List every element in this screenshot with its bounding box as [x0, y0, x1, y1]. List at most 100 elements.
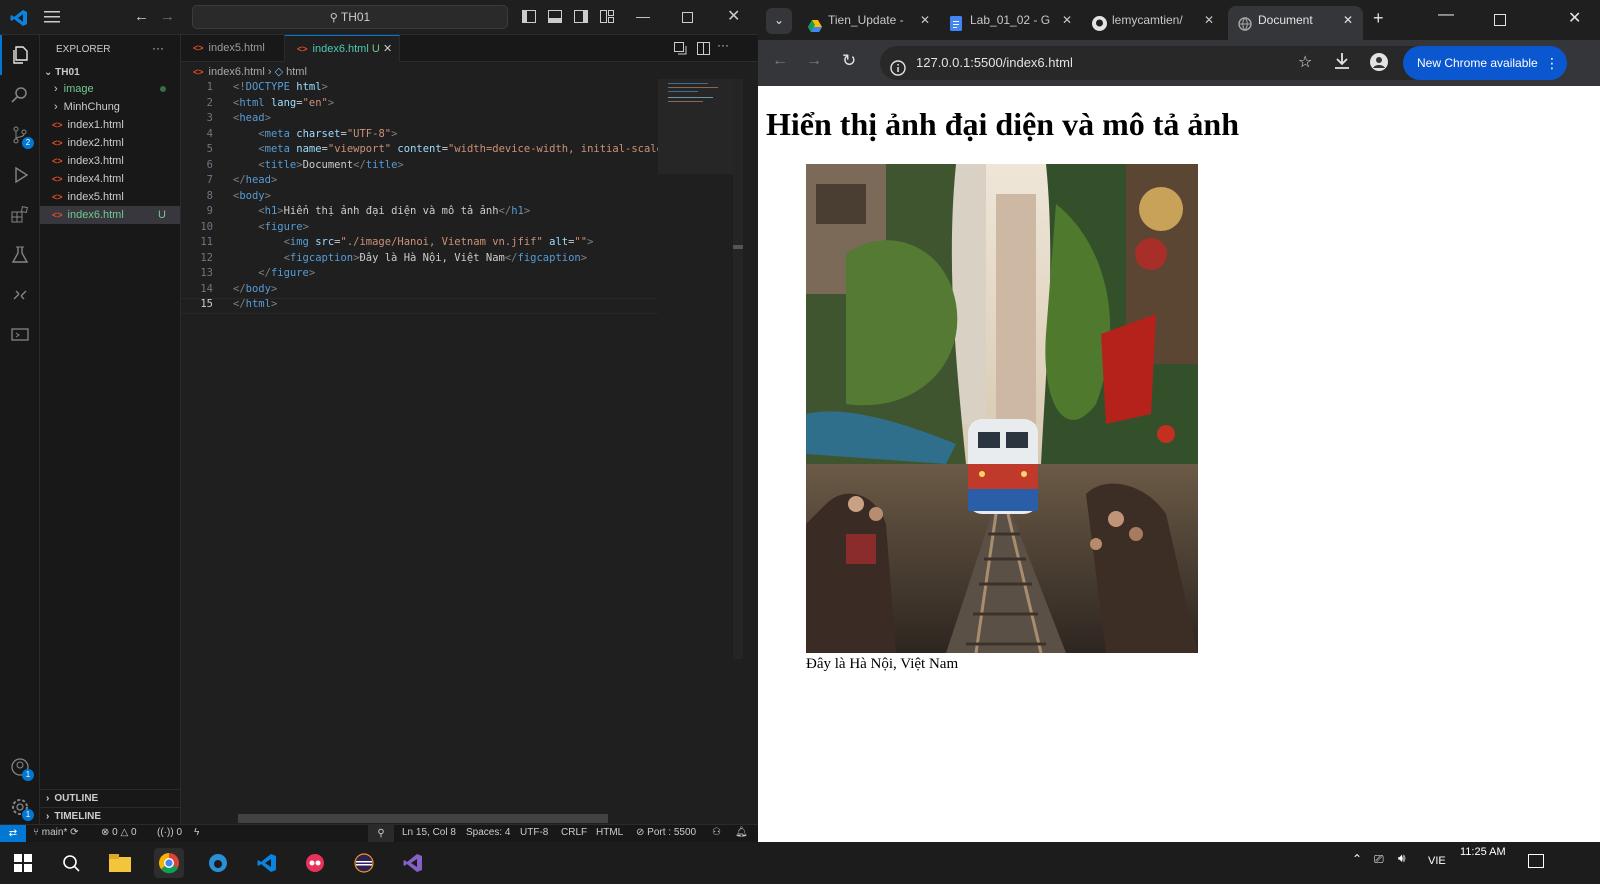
code-line[interactable]: 9 <h1>Hiển thị ảnh đại diện và mô tả ảnh…	[181, 204, 661, 220]
timeline-section[interactable]: › TIMELINE	[40, 807, 180, 825]
source-control-icon[interactable]: 2	[0, 115, 40, 155]
notification-center-icon[interactable]	[1528, 854, 1544, 875]
chrome-tab-github[interactable]: lemycamtien/ ✕	[1082, 6, 1224, 40]
remote-explorer-icon[interactable]	[0, 315, 40, 355]
file-index3[interactable]: <> index3.html	[40, 152, 180, 170]
new-chrome-available-button[interactable]: New Chrome available ⋮	[1403, 46, 1567, 80]
more-actions-icon[interactable]: ···	[152, 41, 164, 55]
customize-layout-icon[interactable]	[600, 10, 614, 28]
minimize-icon[interactable]: —	[1438, 6, 1454, 24]
tab-close-icon[interactable]: ✕	[1343, 6, 1353, 34]
code-line[interactable]: 6 <title>Document</title>	[181, 158, 661, 174]
reload-icon[interactable]: ↻	[842, 51, 856, 71]
tab-close-icon[interactable]: ✕	[383, 36, 392, 63]
code-line[interactable]: 2 <html lang="en">	[181, 96, 661, 112]
minimap[interactable]	[658, 79, 733, 174]
forward-arrow-icon[interactable]: →	[160, 8, 175, 25]
tab-close-icon[interactable]: ✕	[1062, 6, 1072, 34]
code-line[interactable]: 15 </html>	[181, 297, 661, 313]
search-view-icon[interactable]	[0, 75, 40, 115]
outline-section[interactable]: › OUTLINE	[40, 789, 180, 807]
testing-icon[interactable]	[0, 235, 40, 275]
accounts-icon[interactable]: 1	[0, 747, 40, 787]
tab-close-icon[interactable]: ✕	[1204, 6, 1214, 34]
new-tab-plus-icon[interactable]: +	[1373, 8, 1384, 29]
code-line[interactable]: 11 <img src="./image/Hanoi, Vietnam vn.j…	[181, 235, 661, 251]
editor-more-icon[interactable]: ···	[717, 38, 729, 52]
network-icon[interactable]: ⎚	[1374, 852, 1384, 867]
command-center-search[interactable]: ⚲ TH01	[192, 5, 508, 29]
eclipse-taskbar-icon[interactable]	[349, 848, 379, 878]
code-editor[interactable]: 1 <!DOCTYPE html> 2 <html lang="en"> 3 <head>…	[181, 80, 663, 313]
file-index1[interactable]: <> index1.html	[40, 116, 180, 134]
close-window-icon[interactable]: ✕	[1568, 8, 1581, 28]
live-server-port[interactable]: ⊘ Port : 5500	[636, 827, 696, 838]
ports-indicator[interactable]: ((·)) 0	[157, 827, 182, 838]
maximize-icon[interactable]	[1494, 13, 1506, 31]
remote-icon[interactable]	[0, 275, 40, 315]
visual-studio-taskbar-icon[interactable]	[398, 848, 428, 878]
horizontal-scrollbar[interactable]	[238, 814, 608, 823]
lightning-icon[interactable]: ϟ	[194, 827, 199, 838]
breadcrumb-file[interactable]: index6.html	[209, 66, 265, 78]
branch-indicator[interactable]: ⑂ main* ⟳	[33, 827, 79, 838]
code-line[interactable]: 7 </head>	[181, 173, 661, 189]
code-line[interactable]: 1 <!DOCTYPE html>	[181, 80, 661, 96]
copilot-icon[interactable]: ⚇	[712, 827, 721, 838]
code-line[interactable]: 10 <figure>	[181, 220, 661, 236]
code-line[interactable]: 5 <meta name="viewport" content="width=d…	[181, 142, 663, 158]
code-line[interactable]: 3 <head>	[181, 111, 661, 127]
split-editor-icon[interactable]	[697, 42, 710, 60]
menu-icon[interactable]	[44, 10, 62, 29]
windows-start-icon[interactable]	[8, 848, 38, 878]
file-index6[interactable]: <> index6.html U	[40, 206, 180, 224]
problems-indicator[interactable]: ⊗ 0 △ 0	[101, 827, 137, 838]
chrome-tab-document[interactable]: Document ✕	[1228, 6, 1363, 40]
extensions-icon[interactable]	[0, 195, 40, 235]
taskbar-search-icon[interactable]	[56, 848, 86, 878]
cursor-position[interactable]: Ln 15, Col 8	[402, 827, 456, 838]
code-line[interactable]: 4 <meta charset="UTF-8">	[181, 127, 661, 143]
notifications-bell-icon[interactable]: 🔔︎	[735, 827, 748, 838]
site-info-icon[interactable]	[890, 55, 906, 89]
tab-index6[interactable]: <> index6.html U ✕	[285, 35, 400, 62]
breadcrumb-symbol[interactable]: html	[286, 66, 307, 78]
file-index4[interactable]: <> index4.html	[40, 170, 180, 188]
address-bar[interactable]: 127.0.0.1:5500/index6.html ☆	[880, 46, 1440, 80]
indentation[interactable]: Spaces: 4	[466, 827, 510, 838]
code-line[interactable]: 13 </figure>	[181, 266, 661, 282]
chrome-tab-docs[interactable]: Lab_01_02 - G ✕	[940, 6, 1082, 40]
maximize-icon[interactable]	[682, 10, 693, 28]
toggle-panel-icon[interactable]	[548, 10, 562, 28]
input-language[interactable]: VIE	[1428, 855, 1446, 867]
folder-minhchung[interactable]: › MinhChung	[40, 98, 180, 116]
explorer-icon[interactable]	[0, 35, 40, 75]
encoding[interactable]: UTF-8	[520, 827, 548, 838]
code-line[interactable]: 14 </body>	[181, 282, 661, 298]
forward-arrow-icon[interactable]: →	[806, 52, 822, 70]
settings-gear-icon[interactable]: 1	[0, 787, 40, 827]
chrome-taskbar-icon[interactable]	[154, 848, 184, 878]
run-debug-icon[interactable]	[0, 155, 40, 195]
back-arrow-icon[interactable]: ←	[134, 8, 149, 25]
chrome-tab-drive[interactable]: Tien_Update - ✕	[798, 6, 940, 40]
folder-image[interactable]: › image	[40, 80, 180, 98]
volume-icon[interactable]: 🔊︎	[1398, 851, 1406, 866]
tab-index5[interactable]: <> index5.html	[181, 35, 285, 62]
edge-taskbar-icon[interactable]	[203, 848, 233, 878]
bookmark-star-icon[interactable]: ☆	[1298, 46, 1312, 80]
compare-changes-icon[interactable]	[674, 42, 687, 60]
back-arrow-icon[interactable]: ←	[772, 52, 788, 70]
tab-search-chevron-icon[interactable]: ⌄	[766, 8, 792, 34]
file-index2[interactable]: <> index2.html	[40, 134, 180, 152]
downloads-icon[interactable]	[1334, 52, 1350, 75]
file-explorer-icon[interactable]	[105, 848, 135, 878]
minimize-icon[interactable]: —	[636, 8, 650, 24]
toggle-secondary-sidebar-icon[interactable]	[574, 10, 588, 28]
remote-indicator-icon[interactable]: ⇄	[0, 825, 26, 842]
code-line[interactable]: 8 <body>	[181, 189, 661, 205]
vertical-scrollbar[interactable]	[733, 79, 743, 659]
line-ending[interactable]: CRLF	[561, 827, 587, 838]
clock-time[interactable]: 11:25 AM	[1460, 846, 1506, 858]
code-line[interactable]: 12 <figcaption>Đây là Hà Nội, Việt Nam</…	[181, 251, 661, 267]
